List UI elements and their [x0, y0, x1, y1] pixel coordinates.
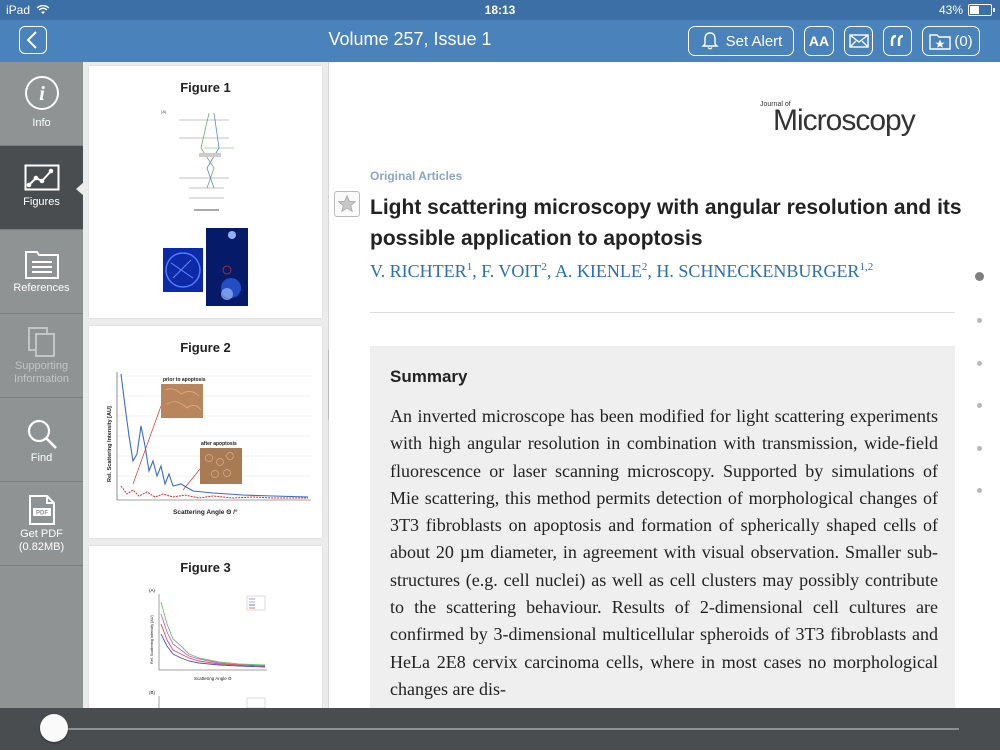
- sidebar-item-supporting-information[interactable]: Supporting Information: [0, 314, 83, 398]
- x-axis-label: Scattering Angle Θ: [194, 676, 232, 681]
- set-alert-label: Set Alert: [725, 32, 783, 50]
- saved-count: (0): [954, 32, 973, 50]
- summary-box: Summary An inverted microscope has been …: [370, 346, 955, 708]
- summary-text: An inverted microscope has been modified…: [390, 406, 938, 699]
- favorite-button[interactable]: [334, 191, 360, 217]
- scatter-images: [163, 228, 248, 306]
- y-axis-label: Rel. Scattering Intensity [AU]: [150, 615, 154, 664]
- sidebar-item-label: References: [13, 282, 70, 294]
- svg-text:i: i: [39, 83, 45, 105]
- star-icon: [337, 194, 357, 213]
- figure-thumbnail[interactable]: Figure 2 prior to apoptosis after apopto…: [89, 326, 322, 538]
- search-icon: [27, 419, 57, 449]
- setup-diagram: (A): [161, 109, 234, 211]
- svg-text:PDF: PDF: [36, 511, 48, 517]
- figure-title: Figure 1: [180, 80, 231, 95]
- scattering-plot: prior to apoptosis after apoptosis Rel. …: [107, 372, 311, 516]
- page-scrubber: [0, 708, 1000, 750]
- article-view: Journal of Microscopy Original Articles …: [329, 62, 1000, 708]
- navigation-bar: Volume 257, Issue 1 Set Alert AA (0): [0, 20, 1000, 62]
- author-link[interactable]: F. VOIT2: [481, 261, 547, 281]
- author-link[interactable]: V. RICHTER1: [370, 261, 472, 281]
- sidebar: i Info Figures References Supporting Inf…: [0, 62, 84, 708]
- envelope-icon: [848, 34, 869, 48]
- author-list: V. RICHTER1, F. VOIT2, A. KIENLE2, H. SC…: [370, 261, 874, 281]
- pdf-size: (0.82MB): [18, 541, 65, 553]
- sidebar-item-label: Info: [32, 117, 51, 129]
- font-size-label: AA: [808, 33, 830, 49]
- inset-label: prior to apoptosis: [163, 377, 206, 383]
- figure-title: Figure 3: [180, 560, 231, 575]
- divider: [370, 312, 955, 313]
- author-link[interactable]: A. KIENLE2: [555, 261, 647, 281]
- sidebar-item-find[interactable]: Find: [0, 398, 83, 482]
- sidebar-item-label: Get PDF (0.82MB): [18, 528, 65, 553]
- bell-icon: [700, 32, 719, 50]
- saved-articles-button[interactable]: (0): [922, 26, 980, 56]
- author-link[interactable]: H. SCHNECKENBURGER1,2: [656, 261, 873, 281]
- panel-label: (B): [149, 690, 156, 695]
- article-title: Light scattering microscopy with angular…: [370, 196, 962, 250]
- chart-icon: [24, 164, 59, 191]
- status-time: 18:13: [484, 3, 516, 17]
- figure-thumbnail[interactable]: Figure 3 (A) Rel. Scattering Intensity […: [89, 546, 322, 708]
- svg-text:(A): (A): [161, 109, 167, 114]
- email-button[interactable]: [844, 26, 873, 56]
- folder-star-icon: [929, 34, 952, 50]
- multi-series-plot: (A) Rel. Scattering Intensity [AU] Scatt…: [149, 588, 267, 708]
- y-axis-label: Rel. Scattering Intensity [AU]: [107, 406, 113, 482]
- pdf-icon: PDF: [28, 495, 55, 525]
- info-icon: i: [24, 76, 59, 110]
- figure-thumbnail[interactable]: Figure 1 (A): [89, 66, 322, 318]
- scrubber-thumb[interactable]: [40, 714, 68, 742]
- references-icon: [24, 251, 59, 279]
- sidebar-item-label: Supporting Information: [13, 360, 70, 385]
- copy-icon: [27, 327, 55, 357]
- quote-icon: [890, 34, 903, 46]
- battery-status: 43%: [938, 3, 995, 17]
- article-section: Original Articles: [370, 169, 463, 183]
- inset-label: after apoptosis: [201, 441, 237, 447]
- summary-heading: Summary: [390, 367, 468, 386]
- set-alert-button[interactable]: Set Alert: [688, 26, 794, 56]
- battery-icon: [968, 4, 995, 16]
- scrubber-track[interactable]: [54, 728, 959, 730]
- font-size-button[interactable]: AA: [804, 26, 834, 56]
- figure-title: Figure 2: [180, 340, 231, 355]
- sidebar-item-get-pdf[interactable]: PDF Get PDF (0.82MB): [0, 482, 83, 566]
- sidebar-item-label: Find: [30, 452, 53, 464]
- sidebar-item-figures[interactable]: Figures: [0, 146, 84, 230]
- panel-label: (A): [149, 588, 156, 593]
- cite-button[interactable]: [883, 26, 912, 56]
- x-axis-label: Scattering Angle Θ /°: [173, 508, 238, 516]
- sidebar-item-info[interactable]: i Info: [0, 62, 83, 146]
- journal-logo: Microscopy: [773, 104, 916, 137]
- figures-panel: Figure 1 (A) Figure 2 prior to apoptosis…: [83, 62, 328, 708]
- battery-percent: 43%: [938, 3, 963, 17]
- status-bar: iPad 18:13 43%: [0, 0, 1000, 20]
- sidebar-item-references[interactable]: References: [0, 230, 83, 314]
- sidebar-item-label: Figures: [23, 196, 60, 208]
